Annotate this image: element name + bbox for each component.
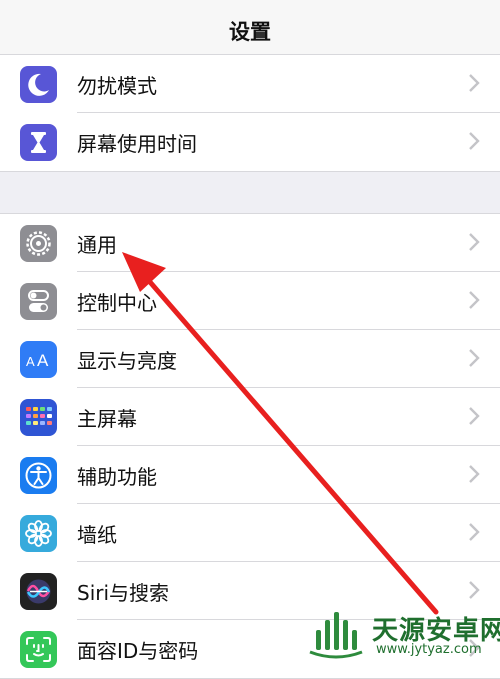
settings-row-label: 屏幕使用时间 <box>77 132 197 156</box>
settings-row-general[interactable]: 通用 <box>0 214 500 272</box>
chevron-right-icon <box>469 349 480 367</box>
chevron-right-icon <box>469 233 480 251</box>
settings-row-accessibility[interactable]: 辅助功能 <box>0 446 500 504</box>
flower-icon <box>20 515 57 552</box>
gear-icon <box>20 225 57 262</box>
accessibility-icon <box>20 457 57 494</box>
settings-group-focus: 勿扰模式 屏幕使用时间 <box>0 54 500 172</box>
watermark-logo-icon <box>309 612 363 659</box>
settings-row-label: 通用 <box>77 233 117 257</box>
face-id-icon <box>20 631 57 668</box>
settings-row-label: 辅助功能 <box>77 465 157 489</box>
chevron-right-icon <box>469 465 480 483</box>
settings-row-control-center[interactable]: 控制中心 <box>0 272 500 330</box>
settings-row-do-not-disturb[interactable]: 勿扰模式 <box>0 55 500 113</box>
chevron-right-icon <box>469 523 480 541</box>
settings-row-home-screen[interactable]: 主屏幕 <box>0 388 500 446</box>
settings-row-wallpaper[interactable]: 墙纸 <box>0 504 500 562</box>
watermark-url: www.jytyaz.com <box>376 642 482 657</box>
watermark: 天源安卓网 www.jytyaz.com <box>300 606 500 664</box>
chevron-right-icon <box>469 291 480 309</box>
chevron-right-icon <box>469 74 480 92</box>
settings-row-label: 勿扰模式 <box>77 74 157 98</box>
settings-row-screen-time[interactable]: 屏幕使用时间 <box>0 113 500 171</box>
settings-row-label: Siri与搜索 <box>77 581 170 605</box>
moon-icon <box>20 66 57 103</box>
settings-row-label: 显示与亮度 <box>77 349 177 373</box>
home-grid-icon <box>20 399 57 436</box>
chevron-right-icon <box>469 407 480 425</box>
text-size-icon: A A <box>20 341 57 378</box>
svg-text:A: A <box>37 351 49 370</box>
page-title: 设置 <box>229 20 271 44</box>
settings-row-label: 控制中心 <box>77 291 157 315</box>
hourglass-icon <box>20 124 57 161</box>
settings-row-label: 面容ID与密码 <box>77 639 199 663</box>
siri-icon <box>20 573 57 610</box>
chevron-right-icon <box>469 132 480 150</box>
settings-row-display-brightness[interactable]: A A 显示与亮度 <box>0 330 500 388</box>
toggles-icon <box>20 283 57 320</box>
chevron-right-icon <box>469 581 480 599</box>
settings-row-label: 主屏幕 <box>77 407 137 431</box>
svg-text:A: A <box>26 354 35 369</box>
settings-row-label: 墙纸 <box>77 523 117 547</box>
